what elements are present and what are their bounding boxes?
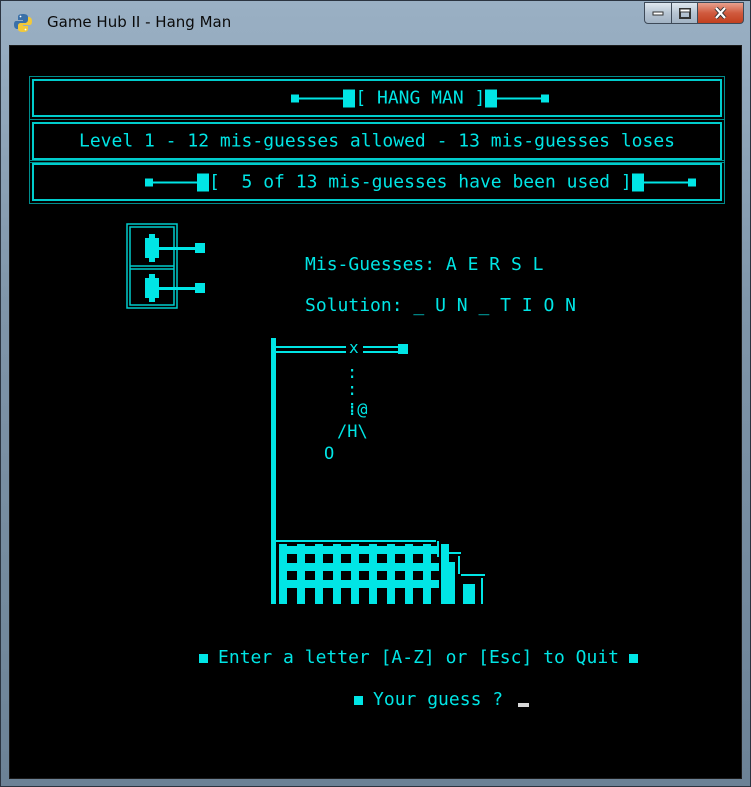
maximize-icon bbox=[678, 7, 691, 19]
solution-line: Solution: _ U N _ T I O N bbox=[240, 274, 576, 337]
used-info-box: [ 5 of 13 mis-guesses have been used ] bbox=[29, 160, 725, 204]
python-icon bbox=[14, 14, 32, 32]
title-banner-box: [ HANG MAN ] bbox=[29, 76, 725, 120]
gallows-drawing: x bbox=[271, 338, 485, 604]
window-controls bbox=[644, 2, 744, 24]
title-banner: [ HANG MAN ] bbox=[34, 67, 720, 130]
status-decoration-icon bbox=[126, 223, 205, 309]
minimize-icon bbox=[652, 11, 664, 16]
bullet-icon bbox=[629, 653, 638, 663]
misguesses-label: Mis-Guesses: bbox=[305, 254, 436, 275]
console-area[interactable]: [ HANG MAN ] Level 1 - 12 mis-guesses al… bbox=[9, 45, 742, 779]
close-button[interactable] bbox=[698, 2, 744, 24]
hangman-head: :@ bbox=[347, 400, 368, 420]
close-icon bbox=[714, 7, 727, 19]
brick-row bbox=[279, 563, 439, 571]
bullet-icon bbox=[354, 695, 364, 705]
instruction-text: Enter a letter [A-Z] or [Esc] to Quit bbox=[218, 647, 619, 668]
minimize-button[interactable] bbox=[644, 2, 672, 24]
app-window: Game Hub II - Hang Man [ HANG MAN ] Leve… bbox=[0, 0, 751, 787]
level-info: Level 1 - 12 mis-guesses allowed - 13 mi… bbox=[78, 130, 676, 152]
solution-label: Solution: bbox=[305, 295, 403, 316]
misguesses-value: A E R S L bbox=[445, 254, 544, 275]
used-info-banner: [ 5 of 13 mis-guesses have been used ] bbox=[34, 151, 720, 214]
used-info: [ 5 of 13 mis-guesses have been used ] bbox=[209, 171, 632, 193]
guess-label: Your guess ? bbox=[373, 689, 504, 710]
window-title: Game Hub II - Hang Man bbox=[47, 13, 232, 31]
title-bar[interactable]: Game Hub II - Hang Man bbox=[1, 1, 750, 45]
brick-step bbox=[463, 584, 475, 604]
solution-value: _ U N _ T I O N bbox=[413, 295, 576, 316]
maximize-button[interactable] bbox=[672, 2, 698, 24]
bullet-icon bbox=[199, 653, 209, 663]
svg-text:x: x bbox=[349, 338, 359, 357]
brick-row bbox=[279, 546, 439, 554]
hangman-body: /H\ bbox=[337, 422, 368, 442]
guess-line: Your guess ? bbox=[289, 668, 529, 731]
text-cursor bbox=[517, 703, 529, 707]
game-title: [ HANG MAN ] bbox=[355, 87, 486, 109]
hangman-foot: O bbox=[324, 444, 335, 464]
bar-decoration bbox=[291, 94, 300, 103]
brick-row bbox=[279, 580, 439, 588]
brick-step bbox=[443, 562, 455, 604]
